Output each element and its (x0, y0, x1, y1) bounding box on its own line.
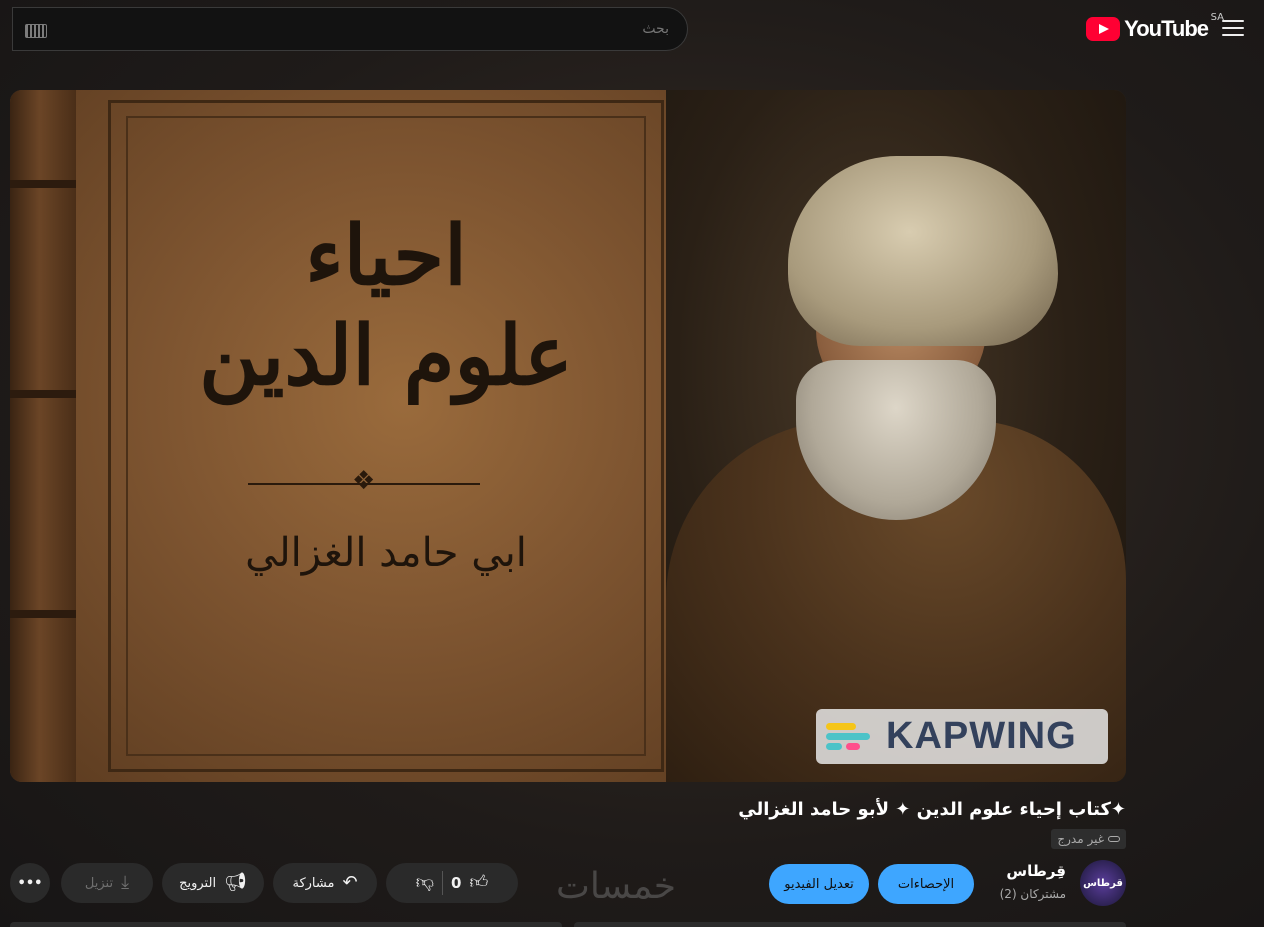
channel-name[interactable]: قِرطاس (1006, 862, 1066, 880)
visibility-label: غير مدرج (1057, 832, 1104, 846)
top-bar: YouTube SA (0, 0, 1264, 60)
scholar-portrait (666, 90, 1126, 782)
description-box-edge (10, 922, 562, 927)
analytics-button[interactable]: الإحصاءات (878, 864, 974, 904)
youtube-logo[interactable]: YouTube SA (1086, 12, 1224, 42)
share-label: مشاركة (292, 875, 335, 891)
logo-text: YouTube (1124, 16, 1209, 41)
kapwing-watermark: KAPWING (816, 709, 1108, 764)
more-icon: ••• (17, 875, 43, 891)
book-cover: احياء علوم الدين ابي حامد الغزالي (10, 90, 666, 782)
promote-label: الترويج (179, 875, 217, 891)
like-separator (442, 871, 444, 895)
edit-video-button[interactable]: تعديل الفيديو (769, 864, 869, 904)
dislike-icon[interactable]: 👎︎ (416, 874, 434, 892)
like-dislike-group: 👎︎ 0 👍︎ (386, 863, 518, 903)
cover-ornament (248, 466, 480, 496)
download-icon: ⤓ (121, 872, 130, 893)
edit-video-label: تعديل الفيديو (784, 876, 854, 892)
youtube-play-icon (1086, 17, 1121, 41)
promote-button[interactable]: 📢︎ الترويج (162, 863, 264, 903)
more-actions-button[interactable]: ••• (10, 863, 50, 903)
menu-icon[interactable] (1222, 20, 1244, 36)
cover-title-line2: علوم الدين (199, 308, 573, 404)
subscriber-count: مشتركان (2) (999, 887, 1066, 901)
portrait-turban (788, 156, 1058, 346)
kapwing-text: KAPWING (886, 715, 1077, 757)
search-box[interactable] (12, 7, 688, 51)
kapwing-logo-icon (826, 721, 874, 753)
channel-avatar[interactable]: قرطاس (1080, 860, 1126, 906)
comments-box-edge (574, 922, 1126, 927)
like-icon[interactable]: 👍︎ (469, 874, 488, 892)
visibility-badge: غير مدرج (1051, 829, 1126, 849)
share-button[interactable]: ↶ مشاركة (273, 863, 377, 903)
search-input[interactable] (67, 20, 671, 38)
book-spine (10, 90, 76, 782)
region-code: SA (1210, 12, 1224, 23)
khamsat-watermark: خمسات (556, 866, 677, 907)
cover-author: ابي حامد الغزالي (245, 530, 527, 576)
analytics-label: الإحصاءات (897, 876, 955, 892)
video-title: ✦كتاب إحياء علوم الدين ✦ لأبو حامد الغزا… (738, 799, 1126, 820)
megaphone-icon: 📢︎ (224, 872, 247, 893)
link-icon (1108, 836, 1120, 842)
download-button[interactable]: ⤓ تنزيل (61, 863, 153, 903)
share-icon: ↶ (342, 872, 358, 893)
like-count: 0 (451, 874, 462, 892)
video-player[interactable]: احياء علوم الدين ابي حامد الغزالي KAPWIN… (10, 90, 1126, 782)
download-label: تنزيل (84, 875, 114, 891)
cover-title-line1: احياء (305, 208, 467, 304)
keyboard-icon[interactable] (25, 24, 47, 38)
